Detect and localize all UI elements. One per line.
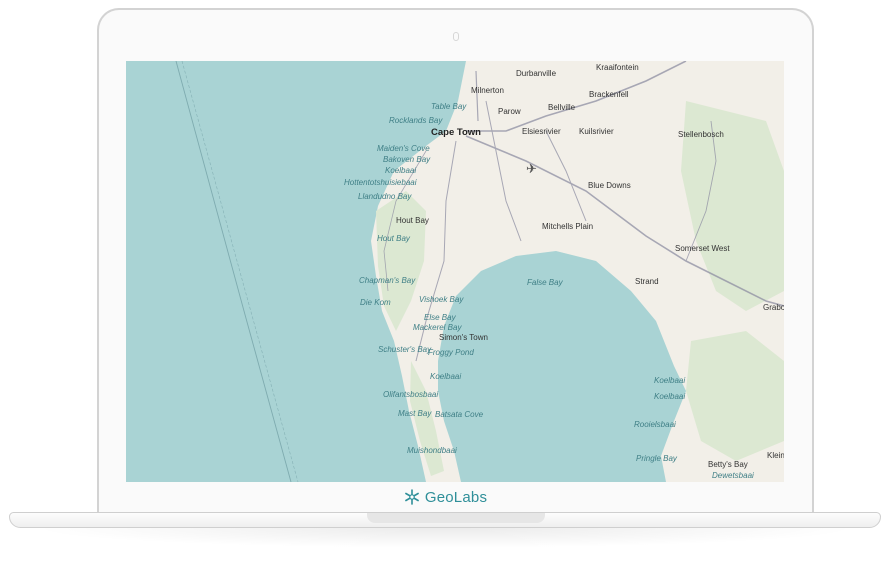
label-maidens-cove: Maiden's Cove [377,144,430,153]
label-koelbaai-1: Koelbaai [385,166,416,175]
label-somerset-west: Somerset West [675,244,730,253]
laptop-hinge-notch [367,513,545,523]
label-koelbaai-2: Koelbaai [430,372,461,381]
label-elsiesrivier: Elsiesrivier [522,127,561,136]
label-dewetsbaai: Dewetsbaai [712,471,754,480]
label-bakoven-bay: Bakoven Bay [383,155,431,164]
label-mast-bay: Mast Bay [398,409,432,418]
brand-footer: GeoLabs [0,489,891,509]
label-false-bay: False Bay [527,278,564,287]
brand-name: GeoLabs [424,489,488,506]
label-cape-town: Cape Town [431,127,481,138]
label-koelbaai-4: Koelbaai [654,392,685,401]
label-hottentotshuisiebaai: Hottentotshuisiebaai [344,178,417,187]
camera-icon [453,32,459,41]
label-bellville: Bellville [548,103,576,112]
label-kleinmond: Klein [767,451,784,460]
label-kuilsrivier: Kuilsrivier [579,127,614,136]
label-mitchells-plain: Mitchells Plain [542,222,593,231]
label-blue-downs: Blue Downs [588,181,631,190]
label-olifantsbosbaai: Olifantsbosbaai [383,390,438,399]
snowflake-logo-icon [404,489,420,509]
label-froggy-pond: Froggy Pond [428,348,474,357]
label-batsata-cove: Batsata Cove [435,410,484,419]
airport-icon: ✈ [526,162,537,177]
label-strand: Strand [635,277,659,286]
label-milnerton: Milnerton [471,86,504,95]
label-muishondbaai: Muishondbaai [407,446,457,455]
label-rocklands-bay: Rocklands Bay [389,116,443,125]
label-llandudno-bay: Llandudno Bay [358,192,412,201]
label-parow: Parow [498,107,521,116]
label-gordons-bay: Grabo [763,303,784,312]
label-bettys-bay: Betty's Bay [708,460,748,469]
label-table-bay: Table Bay [431,102,467,111]
label-brackenfell: Brackenfell [589,90,629,99]
label-stellenbosch: Stellenbosch [678,130,724,139]
label-mackerel-bay: Mackerel Bay [413,323,462,332]
label-simons-town: Simon's Town [439,333,488,342]
label-schusters-bay: Schuster's Bay [378,345,432,354]
label-die-kom: Die Kom [360,298,391,307]
label-hout-bay: Hout Bay [377,234,411,243]
label-rooielsbaai: Rooielsbaai [634,420,676,429]
map-view[interactable]: ✈ Durbanville Kraaifontein Milnerton Bra… [126,61,784,482]
label-pringle-bay: Pringle Bay [636,454,678,463]
label-else-bay: Else Bay [424,313,457,322]
label-kraaifontein: Kraaifontein [596,63,639,72]
label-hout-bay-town: Hout Bay [396,216,429,225]
label-koelbaai-3: Koelbaai [654,376,685,385]
map-canvas[interactable]: ✈ Durbanville Kraaifontein Milnerton Bra… [126,61,784,482]
laptop-shadow [30,528,860,548]
label-chapmans-bay: Chapman's Bay [359,276,416,285]
label-vishoek-bay: Vishoek Bay [419,295,464,304]
label-durbanville: Durbanville [516,69,557,78]
